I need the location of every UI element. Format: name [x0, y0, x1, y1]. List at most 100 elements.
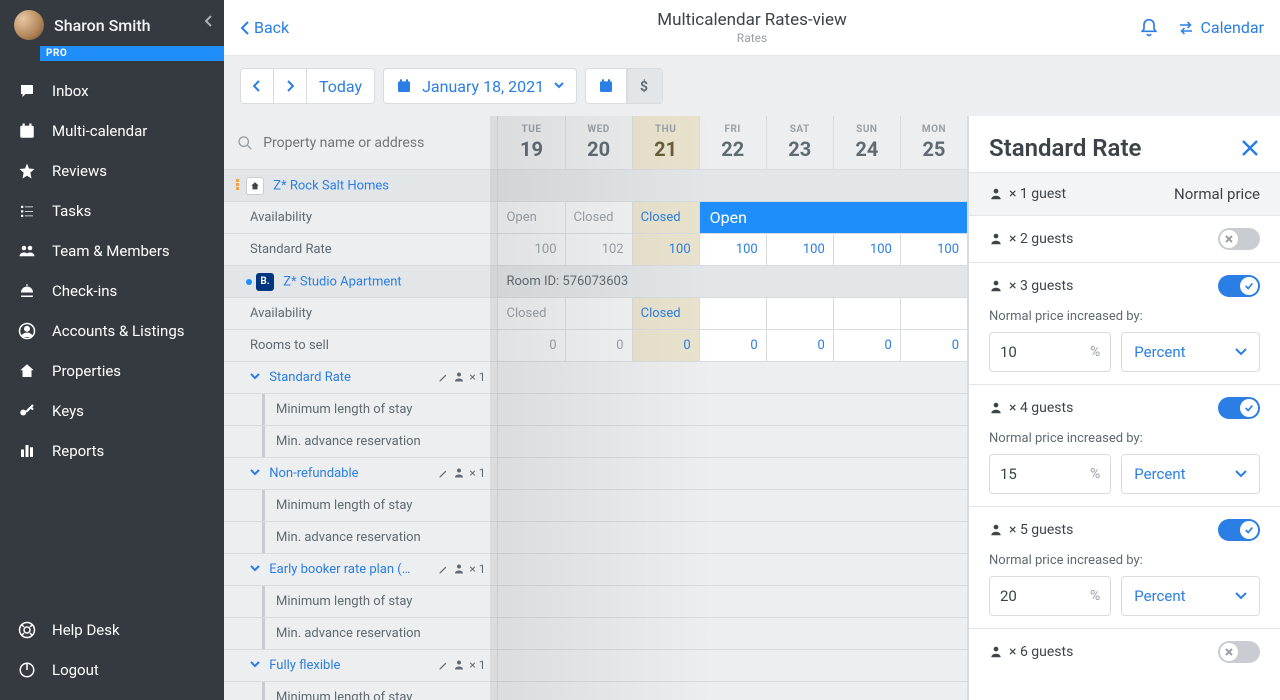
cell[interactable] — [498, 362, 968, 394]
sidebar-item-reviews[interactable]: Reviews — [0, 151, 224, 191]
cell[interactable] — [700, 298, 767, 330]
property-row[interactable]: B. Z* Studio Apartment — [224, 266, 498, 298]
open-band[interactable]: Open — [700, 202, 968, 234]
view-rates-button[interactable]: $ — [627, 68, 662, 104]
close-panel-icon[interactable] — [1240, 138, 1260, 158]
cell[interactable]: Closed — [498, 298, 565, 330]
guest-3-value-input[interactable] — [990, 343, 1080, 361]
chevron-down-icon[interactable] — [250, 565, 260, 573]
prev-day-button[interactable] — [241, 69, 274, 103]
guest-3-unit-select[interactable]: Percent — [1121, 332, 1260, 372]
grid-scroll-area[interactable]: TUE19 WED20 THU21 FRI22 SAT23 SUN24 MON2… — [224, 116, 968, 700]
collapse-sidebar-icon[interactable] — [204, 14, 214, 28]
guest-2-toggle[interactable] — [1218, 228, 1260, 250]
cell[interactable]: 0 — [700, 330, 767, 362]
cell[interactable] — [767, 298, 834, 330]
guest-5-unit-select[interactable]: Percent — [1121, 576, 1260, 616]
back-button[interactable]: Back — [240, 18, 289, 37]
pencil-icon[interactable] — [438, 372, 449, 383]
calendar-switch[interactable]: Calendar — [1177, 18, 1264, 37]
rateplan-row-flex[interactable]: Fully flexible × 1 — [224, 650, 498, 682]
day-col-25[interactable]: MON25 — [901, 116, 968, 170]
sidebar-item-team[interactable]: Team & Members — [0, 231, 224, 271]
cell[interactable]: 100 — [633, 234, 700, 266]
chevron-down-icon[interactable] — [250, 469, 260, 477]
cell[interactable] — [498, 490, 968, 522]
cell[interactable]: 0 — [767, 330, 834, 362]
sidebar-item-reports[interactable]: Reports — [0, 431, 224, 471]
sidebar-item-properties[interactable]: Properties — [0, 351, 224, 391]
day-col-19[interactable]: TUE19 — [498, 116, 565, 170]
cell[interactable] — [498, 650, 968, 682]
cell[interactable] — [498, 682, 968, 700]
channel-home-icon — [246, 177, 264, 195]
day-col-24[interactable]: SUN24 — [834, 116, 901, 170]
day-col-20[interactable]: WED20 — [566, 116, 633, 170]
cell[interactable] — [498, 522, 968, 554]
day-col-23[interactable]: SAT23 — [767, 116, 834, 170]
day-col-22[interactable]: FRI22 — [700, 116, 767, 170]
rateplan-row-standard[interactable]: Standard Rate × 1 — [224, 362, 498, 394]
next-day-button[interactable] — [274, 69, 307, 103]
cell[interactable] — [498, 426, 968, 458]
guest-4-value-input[interactable] — [990, 465, 1080, 483]
property-row[interactable]: Z* Rock Salt Homes — [224, 170, 498, 202]
sidebar-item-checkins[interactable]: Check-ins — [0, 271, 224, 311]
user-block[interactable]: Sharon Smith — [0, 0, 224, 42]
cell[interactable]: Closed — [633, 202, 700, 234]
page-subtitle: Rates — [224, 31, 1280, 45]
cell[interactable]: 0 — [498, 330, 565, 362]
chevron-down-icon[interactable] — [250, 661, 260, 669]
cell[interactable]: 0 — [901, 330, 968, 362]
chevron-down-icon[interactable] — [250, 373, 260, 381]
rates-grid: TUE19 WED20 THU21 FRI22 SAT23 SUN24 MON2… — [224, 116, 968, 700]
pencil-icon[interactable] — [438, 468, 449, 479]
guest-5-value-input[interactable] — [990, 587, 1080, 605]
cell[interactable] — [498, 554, 968, 586]
cell[interactable]: Open — [498, 202, 565, 234]
cell[interactable]: 100 — [834, 234, 901, 266]
notifications-icon[interactable] — [1139, 18, 1159, 38]
cell[interactable]: 0 — [834, 330, 901, 362]
cell[interactable]: 100 — [901, 234, 968, 266]
cell[interactable]: 0 — [566, 330, 633, 362]
sidebar-item-keys[interactable]: Keys — [0, 391, 224, 431]
date-picker-seg[interactable]: January 18, 2021 — [383, 68, 577, 104]
sidebar-item-logout[interactable]: Logout — [0, 650, 224, 690]
rateplan-row-nonref[interactable]: Non-refundable × 1 — [224, 458, 498, 490]
guest-4-unit-select[interactable]: Percent — [1121, 454, 1260, 494]
cell[interactable] — [498, 618, 968, 650]
guest-4-toggle[interactable] — [1218, 397, 1260, 419]
rateplan-row-early[interactable]: Early booker rate plan (… × 1 — [224, 554, 498, 586]
cell[interactable]: 100 — [767, 234, 834, 266]
cell[interactable] — [498, 458, 968, 490]
guest-6-toggle[interactable] — [1218, 641, 1260, 663]
drag-handle-icon[interactable] — [236, 179, 240, 193]
cell[interactable] — [498, 586, 968, 618]
cell[interactable] — [498, 394, 968, 426]
cell[interactable]: 100 — [700, 234, 767, 266]
cell[interactable]: Closed — [566, 202, 633, 234]
person-icon — [453, 563, 465, 575]
cell[interactable] — [566, 298, 633, 330]
guest-3-toggle[interactable] — [1218, 275, 1260, 297]
sidebar-item-multicalendar[interactable]: Multi-calendar — [0, 111, 224, 151]
day-col-21[interactable]: THU21 — [633, 116, 700, 170]
pencil-icon[interactable] — [438, 564, 449, 575]
cell[interactable]: 100 — [498, 234, 565, 266]
sidebar-item-tasks[interactable]: Tasks — [0, 191, 224, 231]
cell[interactable] — [901, 298, 968, 330]
cell[interactable]: 102 — [566, 234, 633, 266]
cell[interactable]: Closed — [633, 298, 700, 330]
sidebar-item-inbox[interactable]: Inbox — [0, 71, 224, 111]
cell[interactable]: 0 — [633, 330, 700, 362]
nav-bottom: Help Desk Logout — [0, 604, 224, 700]
sidebar-item-helpdesk[interactable]: Help Desk — [0, 610, 224, 650]
cell[interactable] — [834, 298, 901, 330]
property-search-input[interactable] — [261, 134, 484, 152]
guest-5-toggle[interactable] — [1218, 519, 1260, 541]
pencil-icon[interactable] — [438, 660, 449, 671]
sidebar-item-accounts[interactable]: Accounts & Listings — [0, 311, 224, 351]
view-calendar-button[interactable] — [586, 69, 627, 103]
today-button[interactable]: Today — [307, 69, 374, 103]
